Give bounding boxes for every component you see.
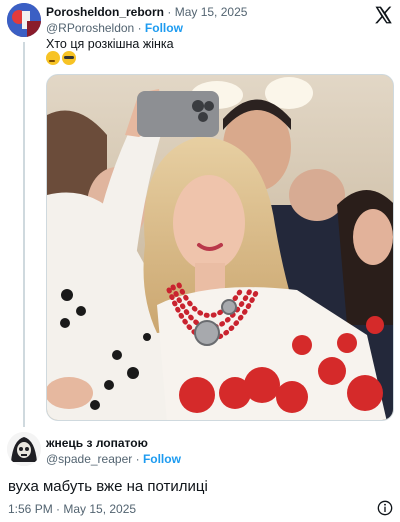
avatar[interactable]	[7, 432, 41, 466]
emoji-row	[46, 51, 76, 65]
tweet-header: Porosheldon_reborn · May 15, 2025	[46, 5, 247, 19]
tweet-photo[interactable]	[46, 74, 394, 421]
separator: ·	[167, 5, 172, 19]
handle-row: @spade_reaper · Follow	[46, 452, 181, 466]
handle[interactable]: @RPorosheldon	[46, 21, 134, 35]
tweet-timestamp[interactable]: 1:56 PM · May 15, 2025	[8, 502, 136, 516]
selfie-photo-illustration	[47, 75, 393, 420]
reply-tweet: жнець з лопатою @spade_reaper · Follow в…	[0, 430, 400, 522]
handle[interactable]: @spade_reaper	[46, 452, 132, 466]
x-logo-icon[interactable]	[373, 5, 393, 25]
separator: ·	[135, 452, 140, 466]
handle-row: @RPorosheldon · Follow	[46, 21, 183, 35]
quoted-tweet: Porosheldon_reborn · May 15, 2025 @RPoro…	[0, 0, 400, 430]
thinking-face-icon	[46, 51, 60, 65]
avatar-image	[7, 432, 41, 466]
display-name[interactable]: Porosheldon_reborn	[46, 5, 164, 19]
separator: ·	[137, 21, 142, 35]
display-name[interactable]: жнець з лопатою	[46, 436, 148, 450]
tweet-text: вуха мабуть вже на потилиці	[8, 478, 208, 495]
thread-line	[23, 42, 25, 427]
follow-button[interactable]: Follow	[145, 21, 183, 35]
avatar-image	[7, 3, 41, 37]
tweet-date[interactable]: May 15, 2025	[175, 5, 248, 19]
info-icon[interactable]	[377, 500, 393, 516]
follow-button[interactable]: Follow	[143, 452, 181, 466]
avatar[interactable]	[7, 3, 41, 37]
tweet-text: Хто ця розкішна жінка	[46, 37, 174, 51]
face-with-monocle-icon	[62, 51, 76, 65]
